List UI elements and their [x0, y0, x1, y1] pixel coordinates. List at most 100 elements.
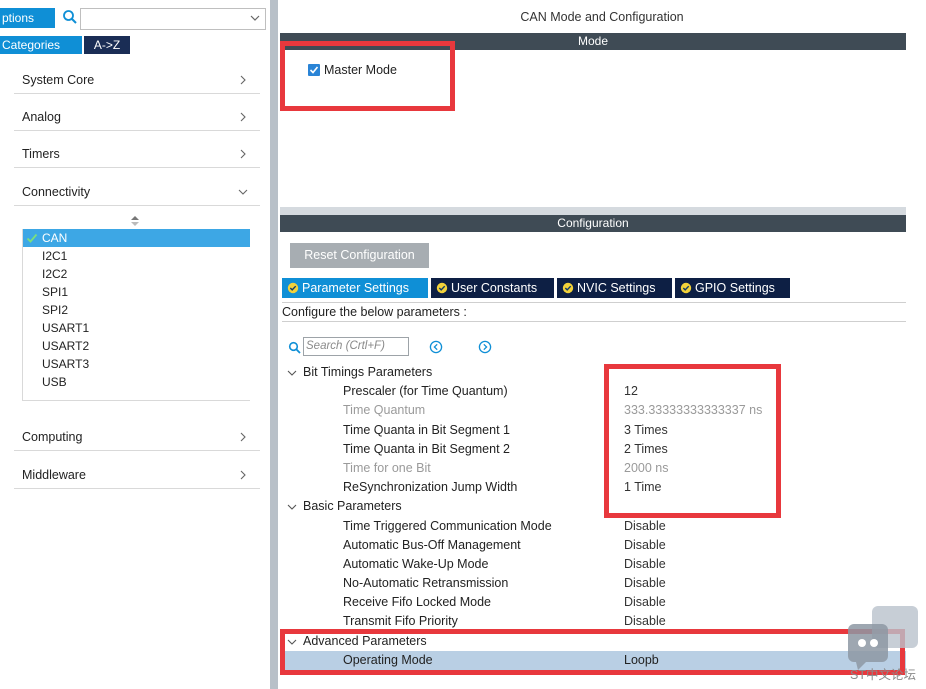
list-item[interactable]: USART1: [23, 319, 250, 337]
menu-item-label: Middleware: [22, 468, 86, 482]
chevron-right-icon: [240, 470, 246, 480]
search-icon[interactable]: [288, 341, 302, 355]
menu-item-system-core[interactable]: System Core: [14, 66, 260, 94]
sort-icon[interactable]: [130, 215, 140, 227]
peripheral-label: USB: [42, 375, 67, 389]
param-value[interactable]: 2 Times: [624, 440, 668, 459]
reset-configuration-button[interactable]: Reset Configuration: [290, 243, 429, 268]
list-item[interactable]: I2C1: [23, 247, 250, 265]
menu-item-middleware[interactable]: Middleware: [14, 461, 260, 489]
list-item[interactable]: USB: [23, 373, 250, 391]
chevron-down-icon[interactable]: [249, 12, 261, 24]
master-mode-checkbox[interactable]: Master Mode: [308, 62, 397, 78]
param-value[interactable]: Disable: [624, 517, 666, 536]
group-basic[interactable]: Basic Parameters: [278, 497, 926, 516]
chevron-down-icon[interactable]: [287, 637, 297, 647]
peripheral-label: I2C1: [42, 249, 68, 263]
param-name: ReSynchronization Jump Width: [343, 480, 518, 495]
param-row[interactable]: No-Automatic Retransmission Disable: [278, 574, 926, 593]
tab-categories[interactable]: Categories: [0, 36, 82, 54]
left-toolbar: ptions: [0, 8, 270, 30]
menu-item-computing[interactable]: Computing: [14, 423, 260, 451]
param-row-operating-mode[interactable]: Operating Mode Loopb: [278, 650, 926, 670]
param-value[interactable]: 1 Time: [624, 478, 662, 497]
checkbox-checked-icon[interactable]: [308, 64, 320, 76]
list-item[interactable]: SPI2: [23, 301, 250, 319]
tab-label: User Constants: [451, 281, 538, 295]
param-name: Operating Mode: [343, 652, 433, 667]
tab-label: GPIO Settings: [695, 281, 775, 295]
param-value[interactable]: 12: [624, 382, 638, 401]
param-row-bit-segment-1[interactable]: Time Quanta in Bit Segment 1 3 Times: [278, 421, 926, 440]
param-row[interactable]: Automatic Wake-Up Mode Disable: [278, 555, 926, 574]
list-item[interactable]: USART3: [23, 355, 250, 373]
param-value[interactable]: Disable: [624, 593, 666, 612]
section-divider: [280, 207, 906, 215]
chevron-down-icon[interactable]: [287, 368, 297, 378]
group-label: Advanced Parameters: [303, 633, 427, 648]
peripheral-list: CAN I2C1 I2C2 SPI1 SPI2 USART1 USART2 US…: [22, 229, 250, 401]
list-item[interactable]: USART2: [23, 337, 250, 355]
menu-item-analog[interactable]: Analog: [14, 103, 260, 131]
peripheral-label: I2C2: [42, 267, 68, 281]
param-row[interactable]: Time Triggered Communication Mode Disable: [278, 517, 926, 536]
tab-nvic-settings[interactable]: NVIC Settings: [557, 278, 672, 298]
param-row-prescaler[interactable]: Prescaler (for Time Quantum) 12: [278, 382, 926, 401]
param-name: Receive Fifo Locked Mode: [343, 595, 491, 610]
next-match-icon[interactable]: [478, 340, 492, 354]
mode-configuration-panel: CAN Mode and Configuration Mode Master M…: [278, 0, 926, 689]
menu-item-label: Timers: [22, 147, 60, 161]
param-value[interactable]: Disable: [624, 555, 666, 574]
param-value[interactable]: Disable: [624, 574, 666, 593]
tab-a-to-z[interactable]: A->Z: [84, 36, 130, 54]
tab-user-constants[interactable]: User Constants: [431, 278, 554, 298]
list-item[interactable]: SPI1: [23, 283, 250, 301]
list-item[interactable]: I2C2: [23, 265, 250, 283]
param-name: Time for one Bit: [343, 460, 431, 475]
chevron-down-icon: [238, 189, 248, 195]
tab-label: NVIC Settings: [577, 281, 656, 295]
param-value[interactable]: Disable: [624, 612, 666, 631]
peripheral-label: USART1: [42, 321, 90, 335]
chevron-down-icon[interactable]: [287, 502, 297, 512]
check-circle-icon: [680, 282, 692, 294]
group-label: Bit Timings Parameters: [303, 365, 433, 379]
param-row-sjw[interactable]: ReSynchronization Jump Width 1 Time: [278, 478, 926, 497]
param-row[interactable]: Transmit Fifo Priority Disable: [278, 612, 926, 631]
param-value[interactable]: Disable: [624, 536, 666, 555]
param-value[interactable]: Loopb: [624, 651, 659, 670]
menu-item-label: Connectivity: [22, 185, 91, 199]
peripheral-label: SPI2: [42, 303, 69, 317]
category-search-input[interactable]: [80, 8, 266, 30]
param-name: Automatic Bus-Off Management: [343, 537, 521, 552]
tab-parameter-settings[interactable]: Parameter Settings: [282, 278, 428, 298]
group-bit-timings[interactable]: Bit Timings Parameters: [278, 363, 926, 382]
param-name: Time Quanta in Bit Segment 1: [343, 422, 510, 437]
options-button[interactable]: ptions: [0, 8, 56, 28]
param-name: Automatic Wake-Up Mode: [343, 556, 489, 571]
parameter-search-input[interactable]: Search (Crtl+F): [303, 337, 409, 356]
menu-item-label: System Core: [22, 73, 95, 87]
master-mode-label: Master Mode: [324, 63, 397, 77]
param-row[interactable]: Receive Fifo Locked Mode Disable: [278, 593, 926, 612]
group-advanced[interactable]: Advanced Parameters: [278, 632, 926, 651]
config-hint-text: Configure the below parameters :: [282, 302, 906, 322]
param-value: 333.33333333333337 ns: [624, 403, 763, 418]
param-row[interactable]: Automatic Bus-Off Management Disable: [278, 536, 926, 555]
tab-gpio-settings[interactable]: GPIO Settings: [675, 278, 790, 298]
panel-splitter[interactable]: [270, 0, 278, 689]
group-label: Basic Parameters: [303, 499, 402, 514]
search-icon[interactable]: [62, 9, 78, 25]
page-title: CAN Mode and Configuration: [520, 10, 684, 24]
check-circle-icon: [562, 282, 574, 294]
check-circle-icon: [436, 282, 448, 294]
param-row-bit-segment-2[interactable]: Time Quanta in Bit Segment 2 2 Times: [278, 440, 926, 459]
menu-item-timers[interactable]: Timers: [14, 140, 260, 168]
list-item-can[interactable]: CAN: [23, 229, 250, 247]
chevron-right-icon: [240, 112, 246, 122]
param-name: Prescaler (for Time Quantum): [343, 384, 508, 399]
menu-item-connectivity[interactable]: Connectivity: [14, 178, 260, 206]
param-value[interactable]: 3 Times: [624, 421, 668, 440]
previous-match-icon[interactable]: [429, 340, 443, 354]
menu-item-label: Computing: [22, 430, 83, 444]
